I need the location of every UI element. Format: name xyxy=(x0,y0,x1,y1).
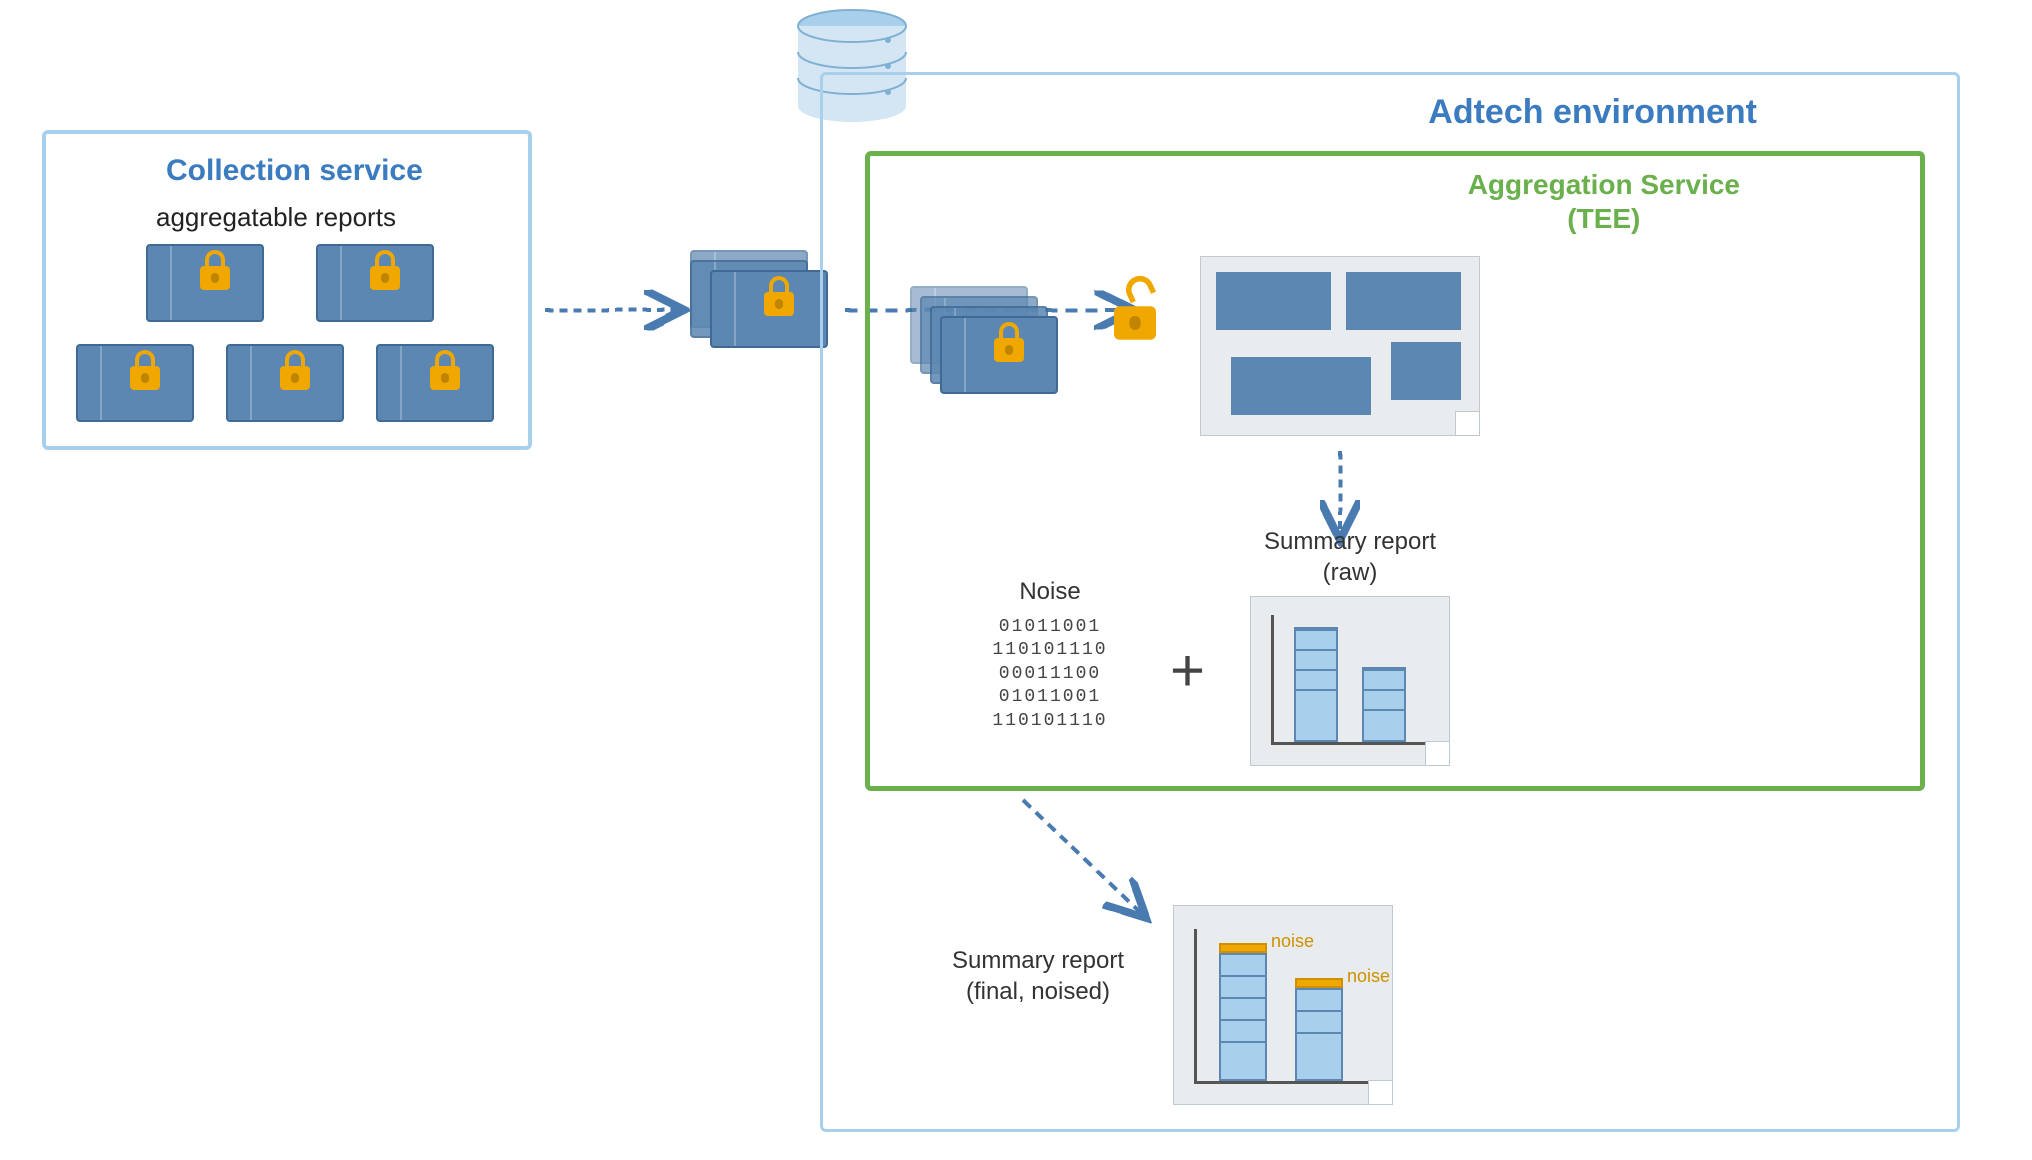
decrypted-data-icon xyxy=(1200,256,1480,436)
adtech-environment-box: Adtech environment Aggregation Service (… xyxy=(820,72,1960,1132)
aggregation-service-box: Aggregation Service (TEE) Summary xyxy=(865,151,1925,791)
summary-final-label: Summary report (final, noised) xyxy=(923,945,1153,1007)
locked-report-icon xyxy=(76,344,194,422)
unlock-icon xyxy=(1114,306,1156,340)
noise-label: Noise xyxy=(980,576,1120,607)
collection-service-box: Collection service aggregatable reports xyxy=(42,130,532,450)
noise-bits: 01011001 110101110 00011100 01011001 110… xyxy=(975,616,1125,733)
summary-final-chart: noise noise xyxy=(1173,905,1393,1105)
locked-report-icon xyxy=(376,344,494,422)
summary-raw-label: Summary report (raw) xyxy=(1240,526,1460,588)
aggregation-title: Aggregation Service (TEE) xyxy=(1468,168,1740,235)
locked-report-icon xyxy=(316,244,434,322)
collection-title: Collection service xyxy=(166,154,423,188)
locked-report-icon xyxy=(226,344,344,422)
arrow-icon xyxy=(1003,795,1163,925)
plus-icon: + xyxy=(1170,636,1205,705)
adtech-title: Adtech environment xyxy=(1428,93,1757,132)
arrow-icon xyxy=(540,290,690,330)
collection-subtitle: aggregatable reports xyxy=(156,202,396,233)
summary-raw-chart xyxy=(1250,596,1450,766)
locked-report-icon xyxy=(146,244,264,322)
